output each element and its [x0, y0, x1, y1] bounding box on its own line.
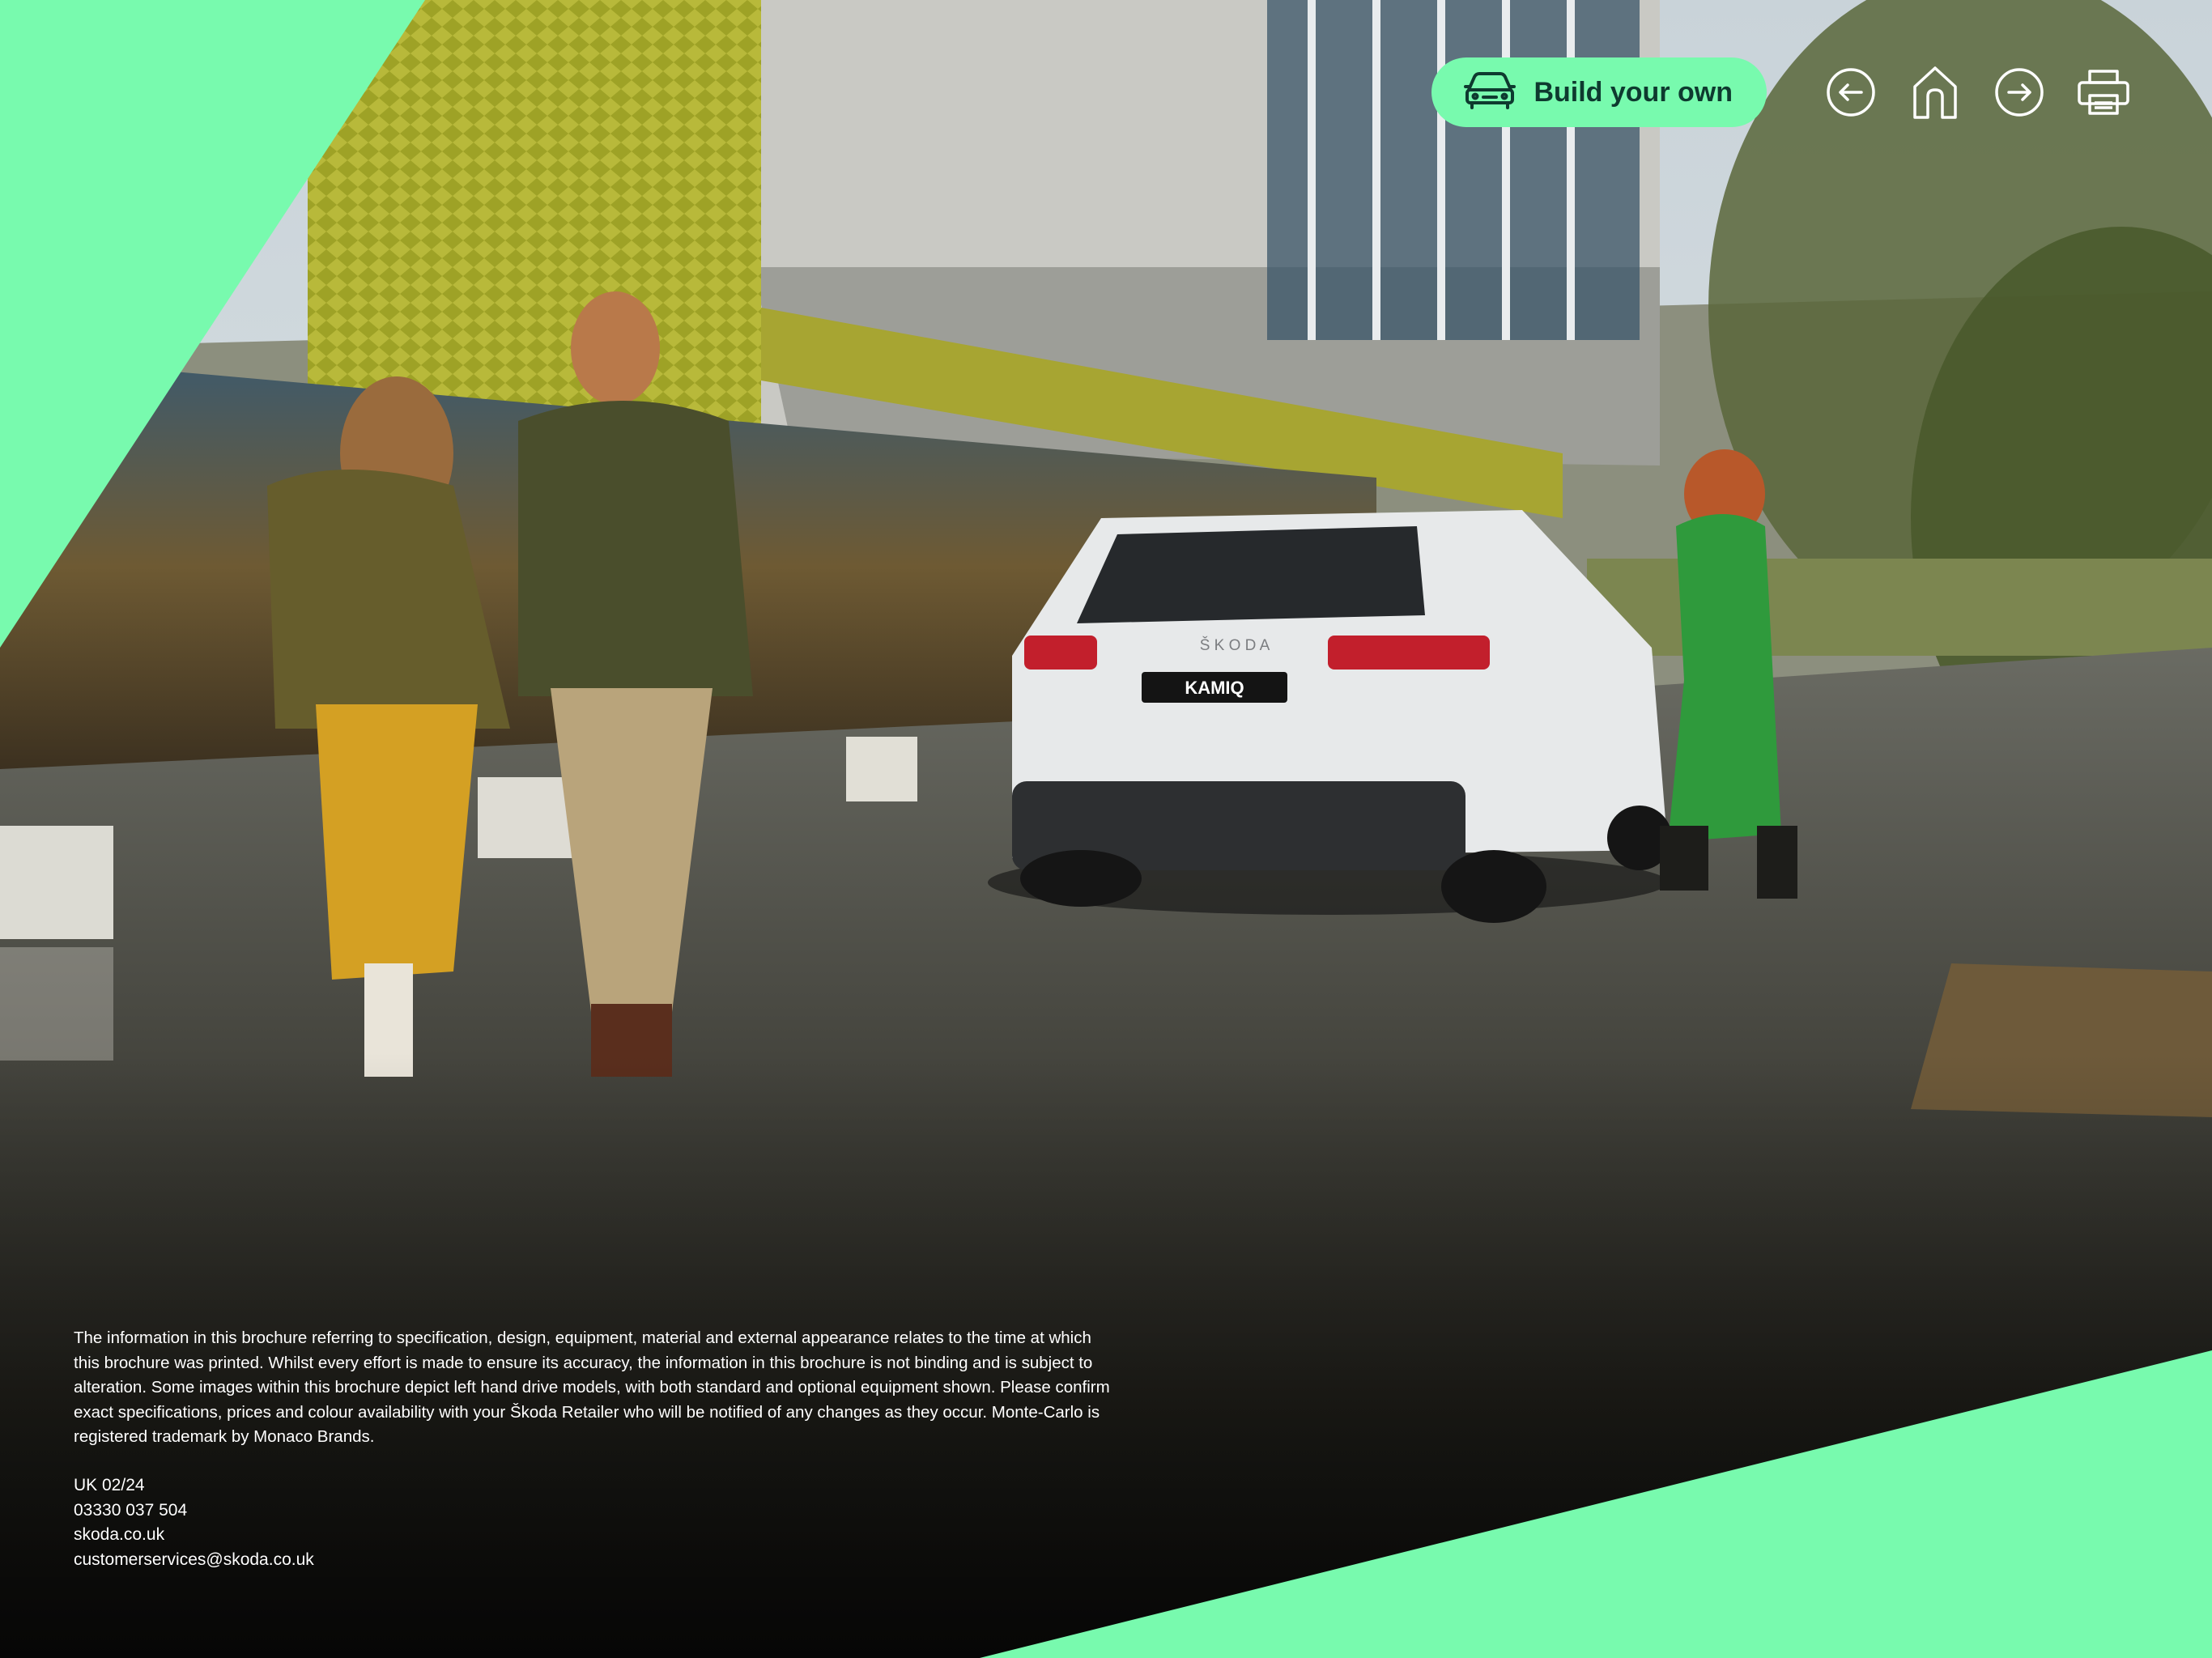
arrow-right-circle-icon [1994, 67, 2044, 117]
back-button[interactable] [1812, 53, 1890, 131]
email-link[interactable]: customerservices@skoda.co.uk [74, 1548, 314, 1573]
legal-disclaimer: The information in this brochure referri… [74, 1329, 1110, 1446]
contact-details: UK 02/24 03330 037 504 skoda.co.uk custo… [74, 1473, 314, 1572]
phone-number[interactable]: 03330 037 504 [74, 1499, 314, 1524]
build-your-own-button[interactable]: Build your own [1431, 57, 1767, 127]
build-your-own-label: Build your own [1534, 76, 1733, 108]
car-icon [1464, 70, 1516, 115]
home-icon [1912, 66, 1959, 119]
arrow-left-circle-icon [1826, 67, 1876, 117]
forward-button[interactable] [1980, 53, 2058, 131]
printer-icon [2077, 69, 2130, 116]
print-button[interactable] [2065, 53, 2142, 131]
top-toolbar: Build your own [1431, 53, 2142, 131]
website-link[interactable]: skoda.co.uk [74, 1523, 314, 1548]
edition-code: UK 02/24 [74, 1476, 145, 1494]
home-button[interactable] [1896, 53, 1974, 131]
vehicle-badge: KAMIQ [1185, 678, 1244, 698]
rear-lettering: Š K O D A [1200, 636, 1270, 654]
